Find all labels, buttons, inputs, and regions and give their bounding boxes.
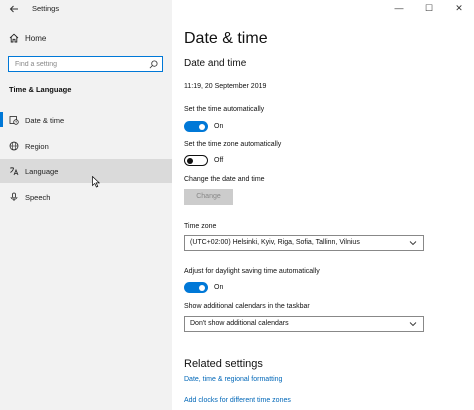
- window-controls: — ☐ ✕: [384, 0, 474, 18]
- close-button[interactable]: ✕: [452, 2, 466, 14]
- chevron-down-icon: [409, 241, 417, 246]
- toggle-state-text: Off: [214, 157, 224, 164]
- selection-indicator: [0, 112, 3, 127]
- calendar-clock-icon: [9, 116, 19, 125]
- sidebar-item-date-time[interactable]: Date & time: [0, 108, 172, 132]
- home-label: Home: [25, 34, 47, 43]
- sidebar-item-label: Language: [25, 167, 59, 176]
- sidebar-item-label: Speech: [25, 193, 51, 202]
- main-panel: — ☐ ✕ Date & time Date and time 11:19, 2…: [172, 0, 474, 410]
- section-subtitle: Date and time: [184, 58, 247, 69]
- additional-calendars-dropdown[interactable]: Don't show additional calendars: [184, 316, 424, 332]
- link-add-clocks[interactable]: Add clocks for different time zones: [184, 397, 291, 404]
- globe-icon: [9, 141, 19, 151]
- sidebar: Settings Home Time & Language Date & tim…: [0, 0, 172, 410]
- daylight-saving-toggle[interactable]: [184, 282, 208, 293]
- time-zone-value: (UTC+02:00) Helsinki, Kyiv, Riga, Sofia,…: [190, 239, 360, 246]
- app-title: Settings: [32, 4, 60, 13]
- toggle-state-text: On: [214, 123, 224, 130]
- related-settings-heading: Related settings: [184, 358, 263, 370]
- set-time-auto-toggle[interactable]: [184, 121, 208, 132]
- mouse-cursor-icon: [92, 176, 100, 188]
- search-input[interactable]: [15, 59, 145, 69]
- sidebar-item-language[interactable]: Language: [0, 159, 172, 183]
- back-arrow-icon: [9, 5, 18, 13]
- microphone-icon: [10, 192, 18, 201]
- toggle-state-text: On: [214, 284, 224, 291]
- sidebar-item-label: Region: [25, 142, 49, 151]
- search-box[interactable]: [8, 56, 163, 72]
- search-icon[interactable]: [149, 60, 158, 69]
- current-datetime: 11:19, 20 September 2019: [184, 83, 267, 90]
- section-heading: Time & Language: [9, 85, 72, 94]
- daylight-saving-label: Adjust for daylight saving time automati…: [184, 268, 320, 275]
- set-timezone-auto-toggle[interactable]: [184, 155, 208, 166]
- set-timezone-auto-label: Set the time zone automatically: [184, 141, 282, 148]
- change-date-label: Change the date and time: [184, 176, 265, 183]
- sidebar-item-region[interactable]: Region: [0, 134, 172, 158]
- toggle-knob: [187, 157, 193, 164]
- sidebar-item-label: Date & time: [25, 116, 65, 125]
- set-time-auto-label: Set the time automatically: [184, 106, 265, 113]
- titlebar-left: Settings: [0, 0, 172, 18]
- time-zone-label: Time zone: [184, 223, 217, 230]
- link-regional-formatting[interactable]: Date, time & regional formatting: [184, 376, 282, 383]
- page-title: Date & time: [184, 30, 268, 47]
- time-zone-dropdown[interactable]: (UTC+02:00) Helsinki, Kyiv, Riga, Sofia,…: [184, 235, 424, 251]
- toggle-knob: [199, 123, 205, 130]
- sidebar-item-home[interactable]: Home: [0, 30, 172, 48]
- chevron-down-icon: [409, 322, 417, 327]
- minimize-button[interactable]: —: [392, 2, 406, 14]
- home-icon: [9, 33, 19, 43]
- back-button[interactable]: [8, 3, 20, 15]
- additional-calendars-value: Don't show additional calendars: [190, 320, 289, 327]
- maximize-button[interactable]: ☐: [422, 2, 436, 14]
- change-button[interactable]: Change: [184, 189, 233, 205]
- toggle-knob: [199, 284, 205, 291]
- additional-calendars-label: Show additional calendars in the taskbar: [184, 303, 310, 310]
- language-icon: [10, 167, 19, 176]
- sidebar-item-speech[interactable]: Speech: [0, 185, 172, 209]
